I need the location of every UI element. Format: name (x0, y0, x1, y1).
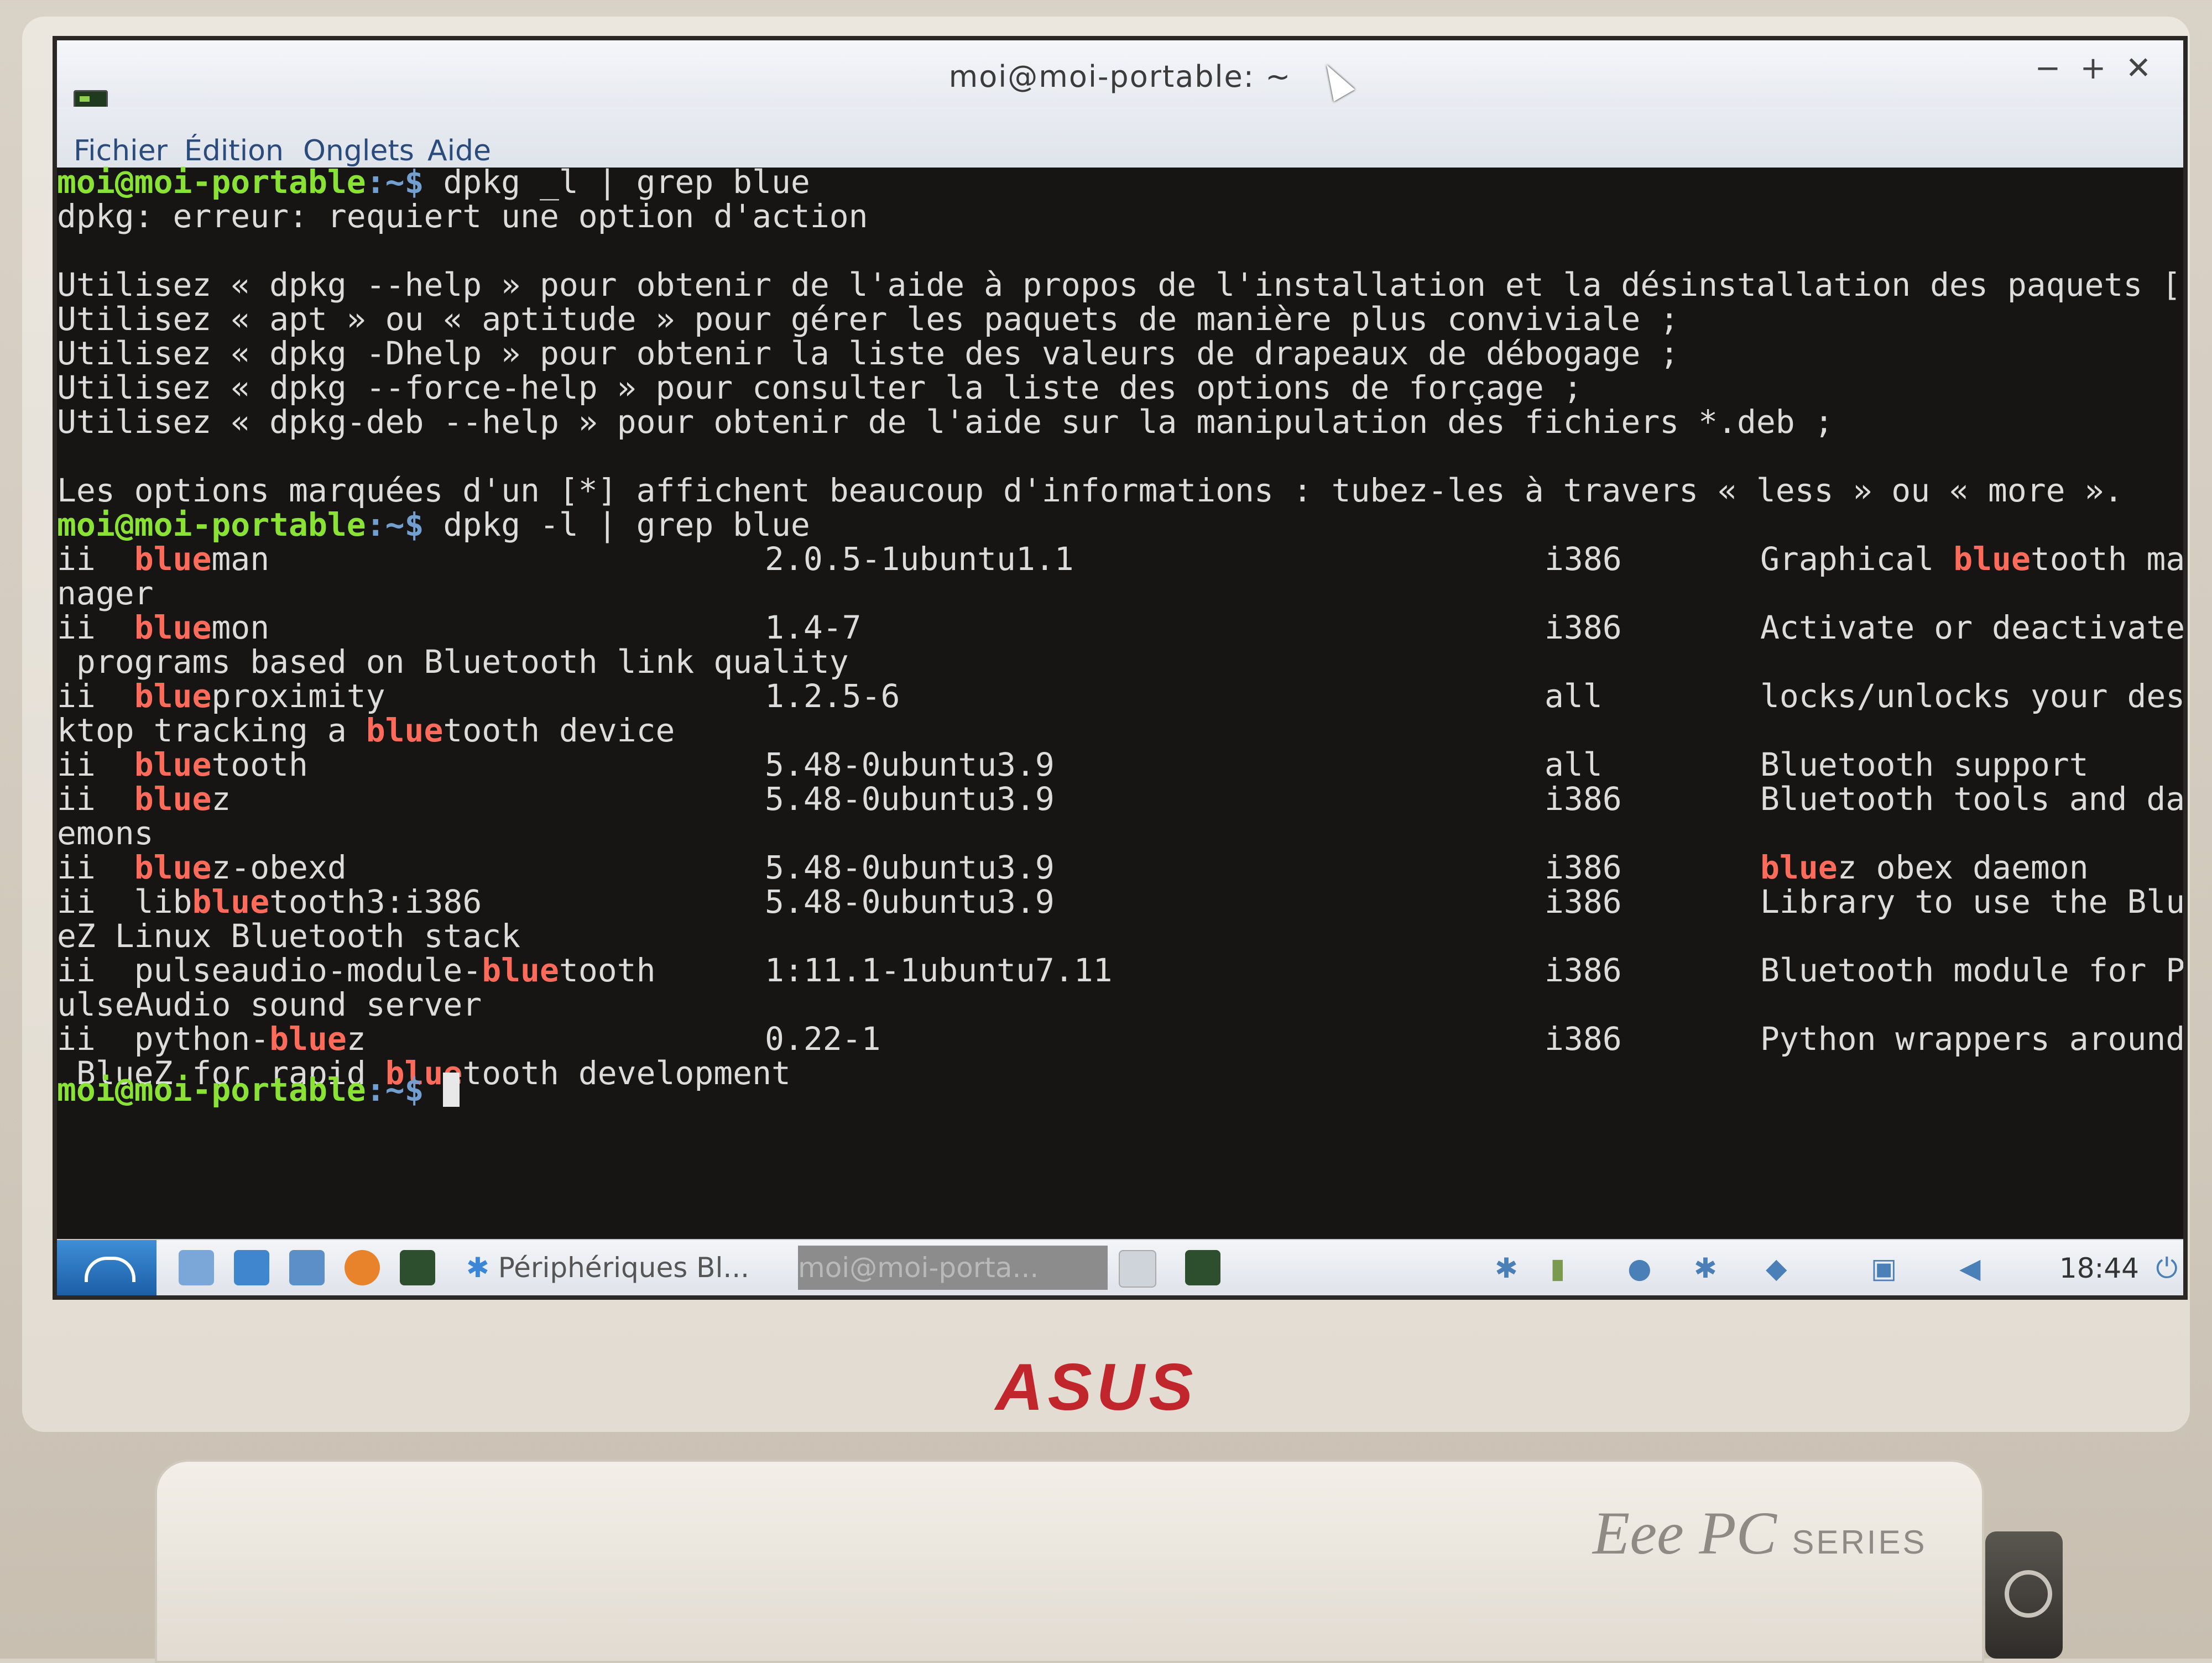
window-list-icon[interactable] (1119, 1250, 1156, 1288)
package-description: Python wrappers around (1760, 1020, 2185, 1058)
terminal-launcher-icon[interactable] (400, 1250, 435, 1285)
help-line: Utilisez « apt » ou « aptitude » pour gé… (57, 300, 1679, 338)
package-arch: i386 (1545, 1020, 1622, 1058)
package-version: 1.2.5-6 (765, 677, 900, 715)
clock[interactable]: 18:44 (2059, 1252, 2139, 1284)
package-description-wrap: programs based on Bluetooth link quality (57, 643, 849, 681)
package-arch: i386 (1545, 780, 1622, 818)
task-bluetooth-devices[interactable]: ✱ Périphériques Bl... (466, 1246, 787, 1290)
package-description: Bluetooth module for P (1760, 951, 2185, 989)
power-icon[interactable]: ⏻ (2156, 1252, 2178, 1285)
package-name: ii python-bluez (57, 1020, 366, 1058)
package-name: ii bluez (57, 780, 231, 818)
package-description-wrap: emons (57, 814, 154, 852)
menu-fichier[interactable]: Fichier (74, 134, 168, 168)
package-arch: i386 (1545, 883, 1622, 921)
start-menu-button[interactable] (57, 1240, 156, 1295)
text-cursor (443, 1073, 460, 1107)
package-version: 1:11.1-1ubuntu7.11 (765, 951, 1113, 989)
network-icon[interactable] (234, 1250, 269, 1285)
eeepc-logo: Eee PC SERIES (1593, 1499, 1927, 1567)
package-arch: i386 (1545, 849, 1622, 886)
package-name: ii blueman (57, 540, 270, 578)
package-arch: i386 (1545, 951, 1622, 989)
terminal-output[interactable]: moi@moi-portable:~$ dpkg _l | grep blue … (57, 165, 2183, 1243)
menubar: Fichier Édition Onglets Aide (57, 107, 2183, 168)
help-line: Utilisez « dpkg-deb --help » pour obteni… (57, 403, 1834, 441)
package-name: ii bluetooth (57, 746, 308, 783)
package-description: Bluetooth support (1760, 746, 2089, 783)
package-version: 1.4-7 (765, 609, 862, 646)
help-line: Utilisez « dpkg --help » pour obtenir de… (57, 266, 2188, 304)
file-manager-icon[interactable] (179, 1250, 214, 1285)
package-version: 5.48-0ubuntu3.9 (765, 780, 1055, 818)
package-version: 5.48-0ubuntu3.9 (765, 746, 1055, 783)
package-name: ii pulseaudio-module-bluetooth (57, 951, 656, 989)
help-line: Utilisez « dpkg -Dhelp » pour obtenir la… (57, 334, 1679, 372)
package-arch: i386 (1545, 540, 1622, 578)
error-line: dpkg: erreur: requiert une option d'acti… (57, 197, 868, 235)
bluetooth-manager-icon[interactable]: ● (1627, 1252, 1652, 1284)
asus-logo: ASUS (995, 1350, 1198, 1424)
package-description: Graphical bluetooth ma (1760, 540, 2185, 578)
command-line-1: moi@moi-portable:~$ dpkg _l | grep blue (57, 163, 810, 201)
package-description: locks/unlocks your des (1760, 677, 2185, 715)
package-name: ii bluemon (57, 609, 270, 646)
window-controls: − + ✕ (2025, 50, 2161, 86)
package-description: Bluetooth tools and da (1760, 780, 2185, 818)
package-name: ii blueproximity (57, 677, 385, 715)
package-version: 0.22-1 (765, 1020, 881, 1058)
package-version: 2.0.5-1ubuntu1.1 (765, 540, 1074, 578)
terminal-task-icon[interactable] (1185, 1250, 1220, 1285)
menu-edition[interactable]: Édition (184, 134, 284, 168)
close-button[interactable]: ✕ (2116, 50, 2161, 86)
laptop-screen: moi@moi-portable: ~ − + ✕ Fichier Édition … (53, 36, 2188, 1300)
bluetooth-status-icon[interactable]: ✱ (1694, 1252, 1717, 1284)
package-description-wrap: ulseAudio sound server (57, 986, 482, 1023)
volume-icon[interactable]: ◀ (1959, 1252, 1980, 1284)
package-arch: all (1545, 677, 1603, 715)
package-description-wrap: eZ Linux Bluetooth stack (57, 917, 521, 955)
package-name: ii bluez-obexd (57, 849, 347, 886)
package-description: bluez obex daemon (1760, 849, 2089, 886)
package-arch: i386 (1545, 609, 1622, 646)
window-titlebar[interactable]: moi@moi-portable: ~ − + ✕ (57, 40, 2183, 118)
package-arch: all (1545, 746, 1603, 783)
minimize-button[interactable]: − (2025, 50, 2070, 86)
help-line: Utilisez « dpkg --force-help » pour cons… (57, 369, 1583, 406)
task-terminal[interactable]: moi@moi-porta... (798, 1246, 1108, 1290)
package-description-wrap: ktop tracking a bluetooth device (57, 712, 675, 749)
package-version: 5.48-0ubuntu3.9 (765, 883, 1055, 921)
bluetooth-tray-icon[interactable]: ✱ (1495, 1252, 1518, 1284)
note-line: Les options marquées d'un [*] affichent … (57, 472, 2124, 509)
menu-aide[interactable]: Aide (427, 134, 491, 168)
menu-onglets[interactable]: Onglets (303, 134, 414, 168)
package-description: Activate or deactivate (1760, 609, 2185, 646)
maximize-button[interactable]: + (2070, 50, 2116, 86)
battery-icon[interactable]: ▮ (1550, 1252, 1566, 1284)
desktop-icon[interactable] (289, 1250, 325, 1285)
update-shield-icon[interactable]: ◆ (1766, 1252, 1787, 1284)
firefox-icon[interactable] (345, 1250, 380, 1285)
network-disconnected-icon[interactable]: ▣ (1871, 1252, 1897, 1284)
package-description: Library to use the Blu (1760, 883, 2185, 921)
window-title: moi@moi-portable: ~ (948, 59, 1292, 94)
package-name: ii libbluetooth3:i386 (57, 883, 482, 921)
command-line-3[interactable]: moi@moi-portable:~$ (57, 1073, 460, 1107)
laptop-power-button[interactable] (1985, 1531, 2063, 1659)
taskbar: ✱ Périphériques Bl... moi@moi-porta... ✱… (57, 1239, 2183, 1295)
bluetooth-icon: ✱ (466, 1252, 498, 1284)
package-version: 5.48-0ubuntu3.9 (765, 849, 1055, 886)
package-description-wrap: nager (57, 574, 154, 612)
command-line-2: moi@moi-portable:~$ dpkg -l | grep blue (57, 506, 810, 543)
